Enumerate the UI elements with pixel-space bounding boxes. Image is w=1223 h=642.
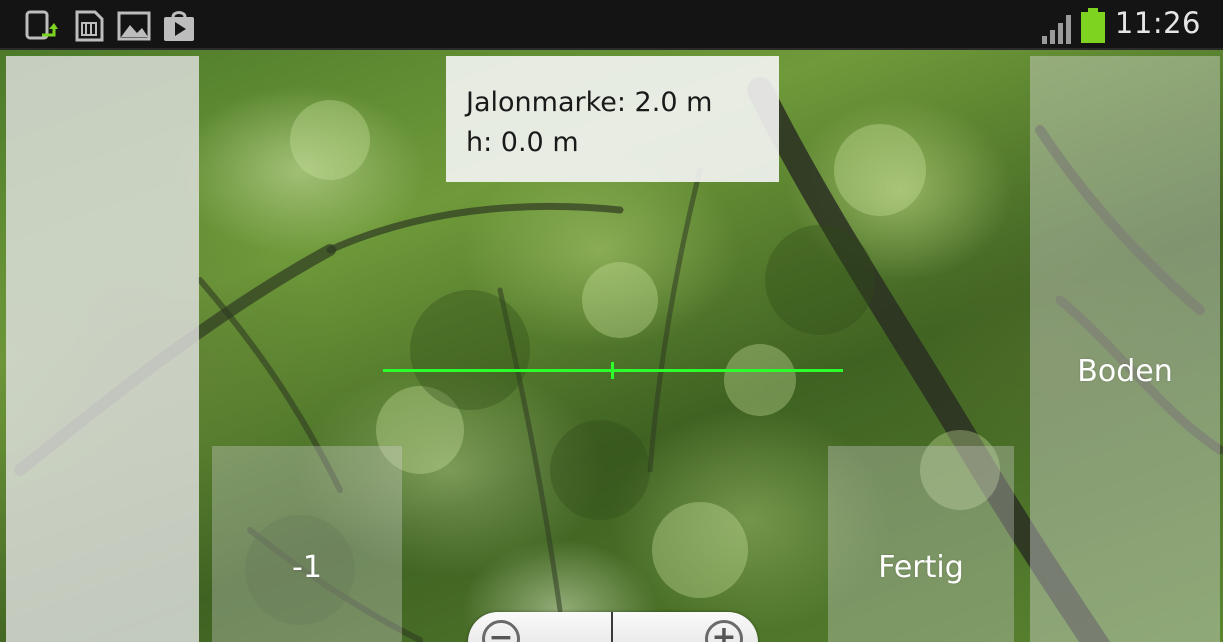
status-bar-clock: 11:26 [1114, 6, 1201, 40]
gallery-icon [117, 11, 151, 41]
zoom-control: − + [468, 612, 758, 642]
measurement-info-box: Jalonmarke: 2.0 m h: 0.0 m [446, 56, 779, 182]
jalonmarke-readout: Jalonmarke: 2.0 m [466, 87, 713, 118]
fertig-button[interactable]: Fertig [828, 446, 1014, 642]
status-bar: 11:26 [0, 0, 1223, 50]
boden-button[interactable]: Boden [1030, 56, 1220, 642]
signal-icon [1042, 15, 1071, 44]
minus-one-button-label: -1 [292, 550, 322, 585]
play-store-icon [164, 11, 194, 41]
height-readout: h: 0.0 m [466, 127, 579, 158]
screen-rotate-icon [25, 10, 58, 40]
battery-icon [1081, 8, 1105, 43]
zoom-in-button[interactable]: + [705, 620, 743, 642]
minus-one-button[interactable]: -1 [212, 446, 402, 642]
boden-button-label: Boden [1077, 354, 1173, 389]
sd-card-icon [75, 10, 104, 42]
app-screen: 11:26 Jalonmarke: 2.0 m h: 0.0 m Boden -… [0, 0, 1223, 642]
zoom-divider [611, 612, 613, 642]
fertig-button-label: Fertig [878, 550, 964, 585]
left-control-panel[interactable] [6, 56, 199, 642]
crosshair-center-tick [611, 362, 614, 379]
zoom-out-button[interactable]: − [482, 620, 520, 642]
